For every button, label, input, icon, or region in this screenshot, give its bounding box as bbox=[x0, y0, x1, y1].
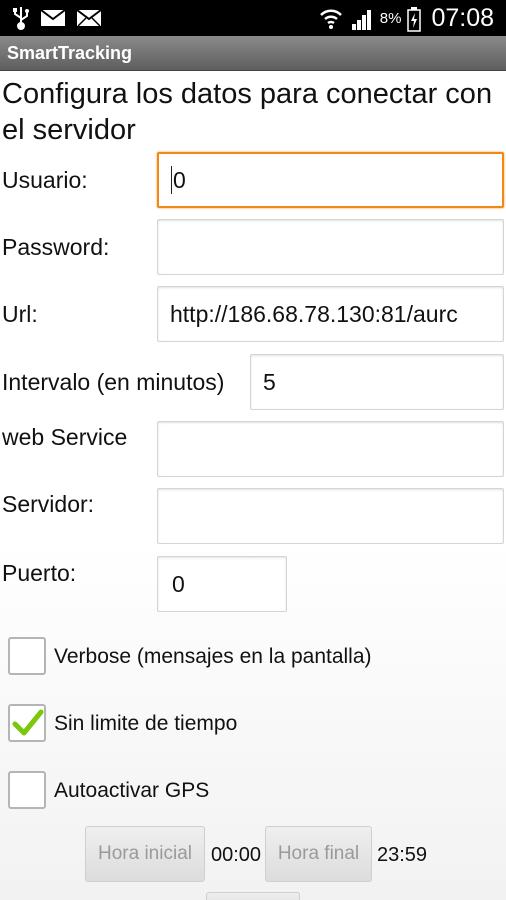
battery-percent: 8% bbox=[379, 10, 402, 27]
hora-final-value: 23:59 bbox=[377, 844, 428, 866]
usb-icon bbox=[12, 6, 30, 30]
app-title-bar: SmartTracking bbox=[0, 36, 506, 71]
hora-inicial-value: 00:00 bbox=[211, 844, 262, 866]
web-service-label: web Service bbox=[2, 424, 128, 450]
app-title: SmartTracking bbox=[7, 43, 133, 63]
puerto-field[interactable]: 0 bbox=[157, 556, 287, 612]
web-service-field[interactable] bbox=[157, 421, 504, 477]
hora-inicial-button[interactable]: Hora inicial bbox=[85, 826, 205, 882]
mail-icon bbox=[76, 8, 102, 28]
screen: 8% 07:08 SmartTracking Configura los dat… bbox=[0, 0, 506, 900]
form-heading: Configura los datos para conectar con el… bbox=[2, 78, 493, 146]
intervalo-value: 5 bbox=[263, 368, 276, 395]
password-label: Password: bbox=[2, 234, 110, 260]
battery-charging-icon bbox=[407, 6, 422, 32]
signal-icon bbox=[350, 7, 374, 31]
next-button-partial[interactable] bbox=[206, 892, 300, 900]
clock: 07:08 bbox=[431, 4, 494, 32]
wifi-icon bbox=[318, 6, 344, 32]
status-bar: 8% 07:08 bbox=[0, 0, 506, 36]
verbose-checkbox[interactable] bbox=[8, 637, 46, 675]
url-field[interactable]: http://186.68.78.130:81/aurc bbox=[157, 286, 504, 342]
hora-final-button[interactable]: Hora final bbox=[265, 826, 372, 882]
usuario-label: Usuario: bbox=[2, 167, 88, 193]
checkmark-icon bbox=[12, 707, 44, 744]
servidor-label: Servidor: bbox=[2, 491, 95, 517]
intervalo-label: Intervalo (en minutos) bbox=[2, 369, 225, 395]
autoactivar-gps-label: Autoactivar GPS bbox=[54, 779, 210, 802]
autoactivar-gps-checkbox[interactable] bbox=[8, 771, 46, 809]
usuario-field[interactable]: 0 bbox=[157, 152, 504, 208]
url-label: Url: bbox=[2, 301, 38, 327]
puerto-label: Puerto: bbox=[2, 560, 77, 586]
text-cursor bbox=[171, 166, 172, 194]
sin-limite-label: Sin limite de tiempo bbox=[54, 712, 238, 735]
servidor-field[interactable] bbox=[157, 488, 504, 544]
intervalo-field[interactable]: 5 bbox=[250, 354, 504, 410]
puerto-value: 0 bbox=[172, 570, 185, 597]
sin-limite-checkbox[interactable] bbox=[8, 704, 46, 742]
usuario-value: 0 bbox=[173, 166, 186, 193]
verbose-label: Verbose (mensajes en la pantalla) bbox=[54, 645, 372, 668]
url-value: http://186.68.78.130:81/aurc bbox=[170, 300, 458, 327]
email-icon bbox=[40, 8, 66, 28]
password-field[interactable] bbox=[157, 219, 504, 275]
